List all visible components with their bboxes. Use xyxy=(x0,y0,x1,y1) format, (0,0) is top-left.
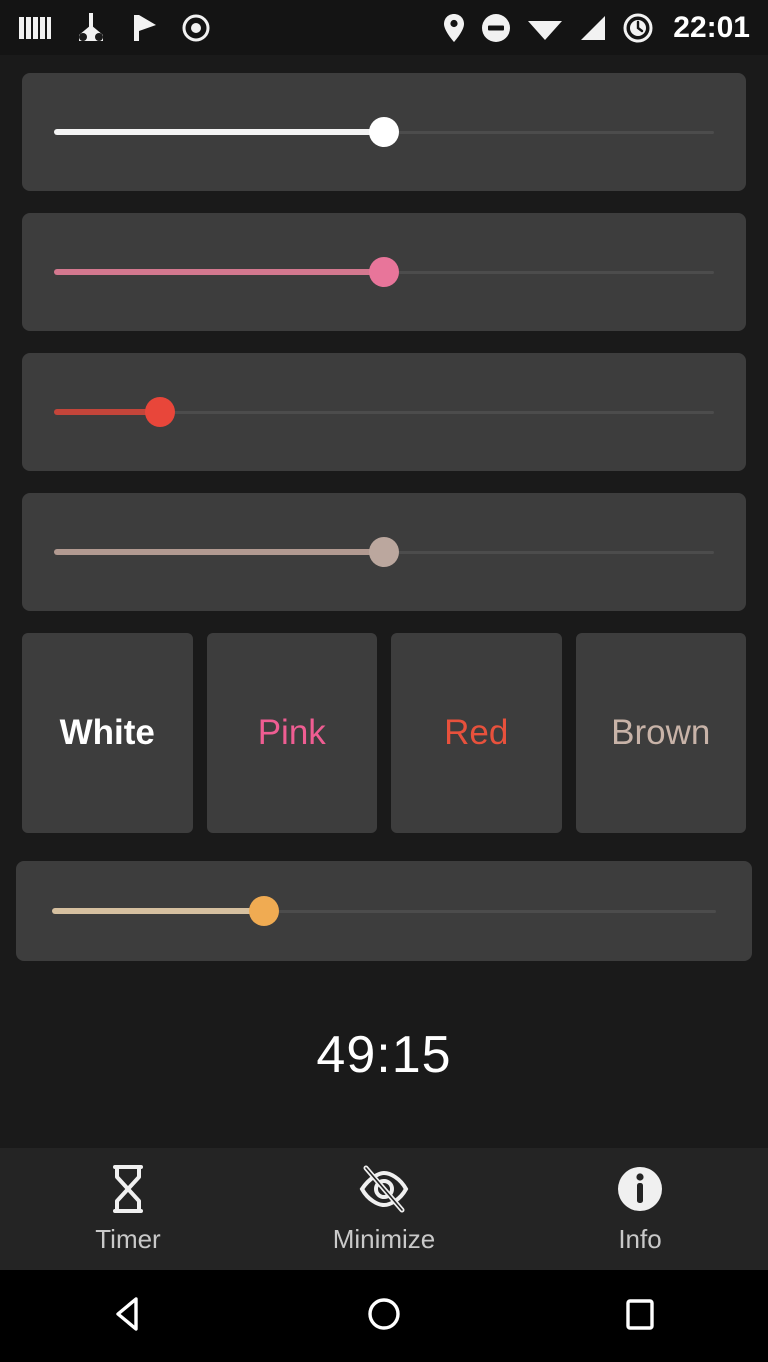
slider-thumb[interactable] xyxy=(369,117,399,147)
home-circle-icon xyxy=(363,1293,405,1340)
do-not-disturb-icon xyxy=(481,13,511,43)
target-icon xyxy=(182,14,210,42)
nav-item-info[interactable]: Info xyxy=(512,1164,768,1255)
red-noise-card xyxy=(22,353,746,471)
noise-button-white[interactable]: White xyxy=(22,633,193,833)
info-circle-icon xyxy=(616,1164,664,1214)
alarm-clock-icon xyxy=(623,13,653,43)
noise-button-red[interactable]: Red xyxy=(391,633,562,833)
red-noise-slider[interactable] xyxy=(54,395,714,429)
app-root: 22:01 White Pink Red Brown 49:15 Timer M… xyxy=(0,0,768,1362)
noise-button-label: Red xyxy=(444,713,509,752)
pink-noise-slider[interactable] xyxy=(54,255,714,289)
system-home-button[interactable] xyxy=(256,1293,512,1340)
nav-label-timer: Timer xyxy=(95,1223,161,1254)
status-bar: 22:01 xyxy=(0,0,768,55)
back-triangle-icon xyxy=(107,1293,149,1340)
system-recents-button[interactable] xyxy=(512,1293,768,1340)
timer-display-area: 49:15 xyxy=(22,961,746,1148)
slider-thumb[interactable] xyxy=(144,397,175,427)
slider-thumb[interactable] xyxy=(369,257,399,287)
screencast-icon xyxy=(74,12,108,43)
brown-noise-card xyxy=(22,493,746,611)
wifi-icon xyxy=(527,14,563,42)
slider-thumb[interactable] xyxy=(249,896,280,926)
hourglass-icon xyxy=(106,1164,150,1214)
nav-label-info: Info xyxy=(618,1223,662,1254)
noise-button-brown[interactable]: Brown xyxy=(575,633,746,833)
brown-noise-slider[interactable] xyxy=(54,535,714,569)
noise-button-label: White xyxy=(59,713,155,752)
white-noise-slider[interactable] xyxy=(54,115,714,149)
white-noise-card xyxy=(22,73,746,191)
timer-countdown: 49:15 xyxy=(316,1025,452,1084)
network-operator-icon xyxy=(18,15,52,41)
nav-item-timer[interactable]: Timer xyxy=(0,1164,256,1255)
slider-track-fill xyxy=(52,908,265,914)
master-volume-slider[interactable] xyxy=(52,894,716,928)
noise-button-pink[interactable]: Pink xyxy=(206,633,377,833)
noise-button-label: Pink xyxy=(257,713,326,752)
slider-track-fill xyxy=(54,549,384,555)
location-pin-icon xyxy=(443,13,465,43)
master-volume-card xyxy=(16,861,752,961)
status-bar-right-icons: 22:01 xyxy=(443,11,750,45)
nav-item-minimize[interactable]: Minimize xyxy=(256,1164,512,1255)
slider-thumb[interactable] xyxy=(369,537,399,567)
pink-noise-card xyxy=(22,213,746,331)
system-back-button[interactable] xyxy=(0,1293,256,1340)
main-content: White Pink Red Brown 49:15 xyxy=(0,55,768,1148)
bottom-navigation-bar: Timer Minimize Info xyxy=(0,1148,768,1270)
status-bar-left-icons xyxy=(18,12,210,43)
recents-square-icon xyxy=(619,1293,661,1340)
slider-track-fill xyxy=(54,269,384,275)
flag-icon xyxy=(130,13,160,43)
signal-bars-icon xyxy=(579,14,607,42)
noise-button-label: Brown xyxy=(611,713,711,752)
eye-off-icon xyxy=(358,1164,410,1214)
noise-type-button-row: White Pink Red Brown xyxy=(22,633,746,833)
slider-track-fill xyxy=(54,129,384,135)
status-bar-clock: 22:01 xyxy=(673,10,750,44)
android-system-navigation-bar xyxy=(0,1270,768,1362)
nav-label-minimize: Minimize xyxy=(332,1223,436,1254)
